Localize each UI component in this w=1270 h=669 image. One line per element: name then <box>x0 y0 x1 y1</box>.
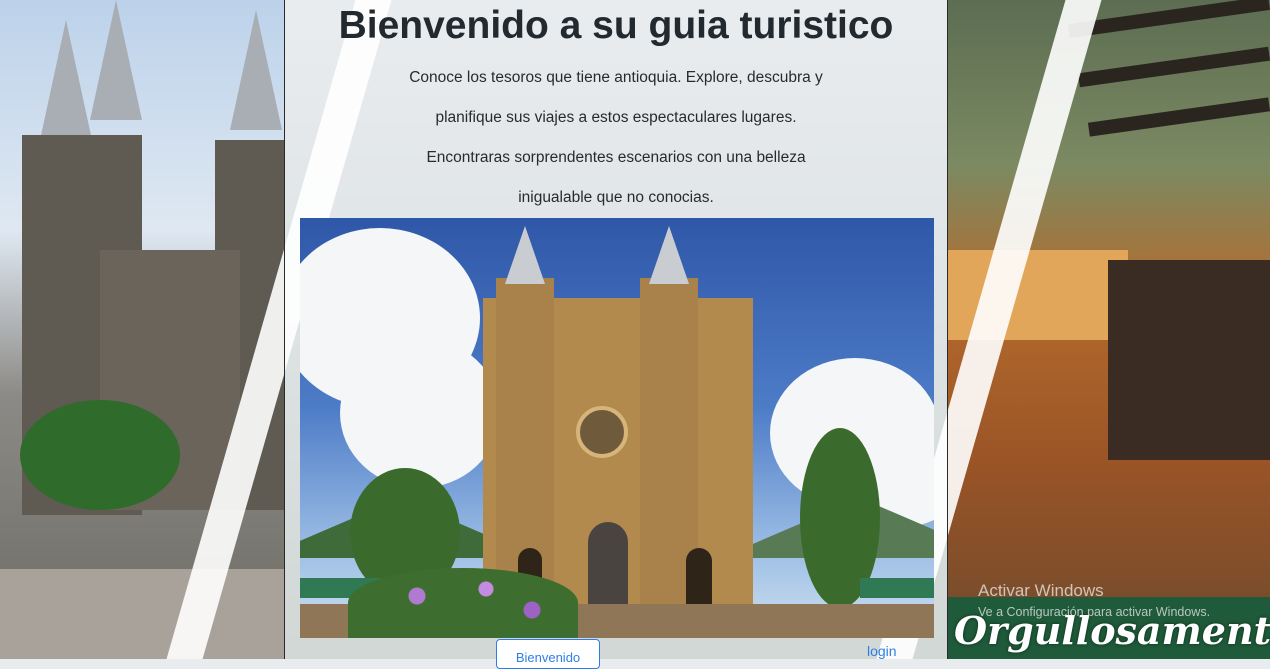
church-spire-left <box>505 226 545 284</box>
tree-shape <box>20 400 180 510</box>
hero-church-image <box>300 218 934 638</box>
church-spire-right <box>649 226 689 284</box>
spire-shape <box>230 10 282 130</box>
roof-beam <box>1077 46 1270 88</box>
intro-line: planifique sus viajes a estos espectacul… <box>435 109 797 126</box>
windows-activation-watermark: Activar Windows Ve a Configuración para … <box>978 581 1210 619</box>
rose-window <box>576 406 628 458</box>
welcome-section: Bienvenido a su guia turistico Conoce lo… <box>285 0 947 218</box>
intro-line: inigualable que no conocias. <box>518 189 714 206</box>
main-card: Bienvenido a su guia turistico Conoce lo… <box>284 0 948 659</box>
market-tent <box>860 578 934 598</box>
church-door <box>686 548 712 608</box>
bienvenido-button[interactable]: Bienvenido <box>496 639 600 669</box>
church-main-door <box>588 522 628 608</box>
spire-shape <box>40 20 92 140</box>
cloud-shape <box>340 338 500 488</box>
intro-line: Encontraras sorprendentes escenarios con… <box>426 149 806 166</box>
login-link[interactable]: login <box>867 643 897 659</box>
background-left-church-photo <box>0 0 300 659</box>
watermark-subtitle: Ve a Configuración para activar Windows. <box>978 605 1211 619</box>
roof-beam <box>1087 97 1270 137</box>
watermark-title: Activar Windows <box>978 581 1104 600</box>
balcony-railing <box>1108 260 1270 460</box>
intro-text: Conoce los tesoros que tiene antioquia. … <box>285 58 947 218</box>
intro-line: Conoce los tesoros que tiene antioquia. … <box>409 69 823 86</box>
flower-bush <box>348 568 578 638</box>
spire-shape <box>90 0 142 120</box>
page-title: Bienvenido a su guia turistico <box>338 4 894 47</box>
plaza-ground <box>0 569 300 659</box>
